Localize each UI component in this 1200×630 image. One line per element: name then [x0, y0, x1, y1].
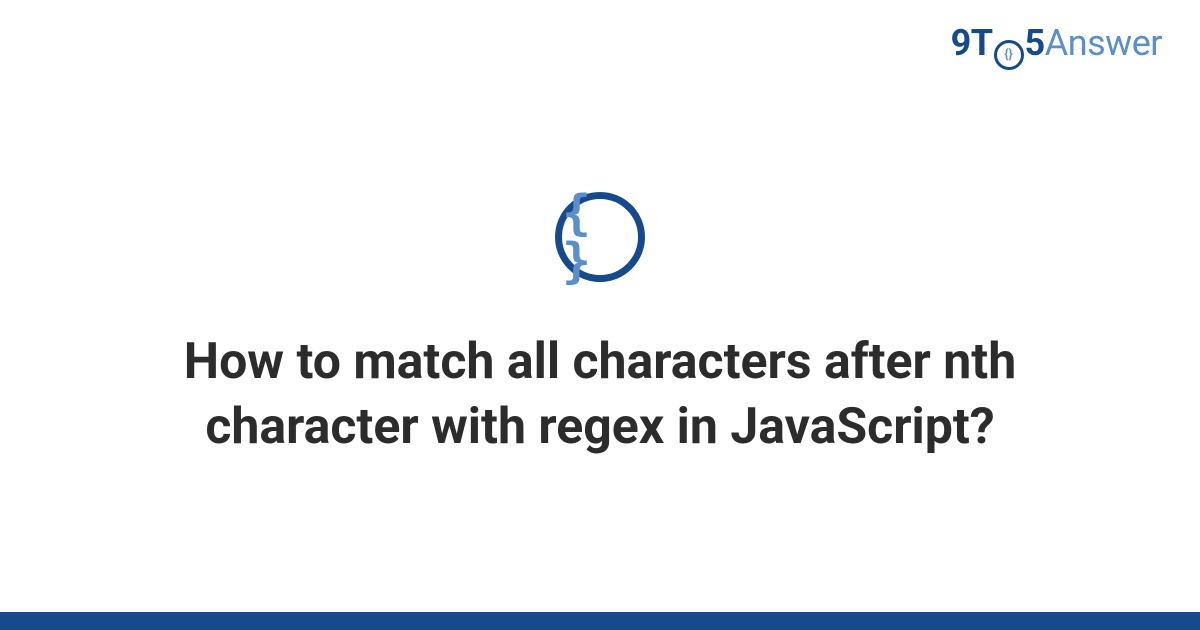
code-braces-icon: { } — [562, 189, 638, 285]
main-content: { } How to match all characters after nt… — [0, 0, 1200, 612]
footer-accent-bar — [0, 612, 1200, 630]
question-title: How to match all characters after nth ch… — [100, 330, 1100, 460]
topic-icon-circle: { } — [555, 192, 645, 282]
